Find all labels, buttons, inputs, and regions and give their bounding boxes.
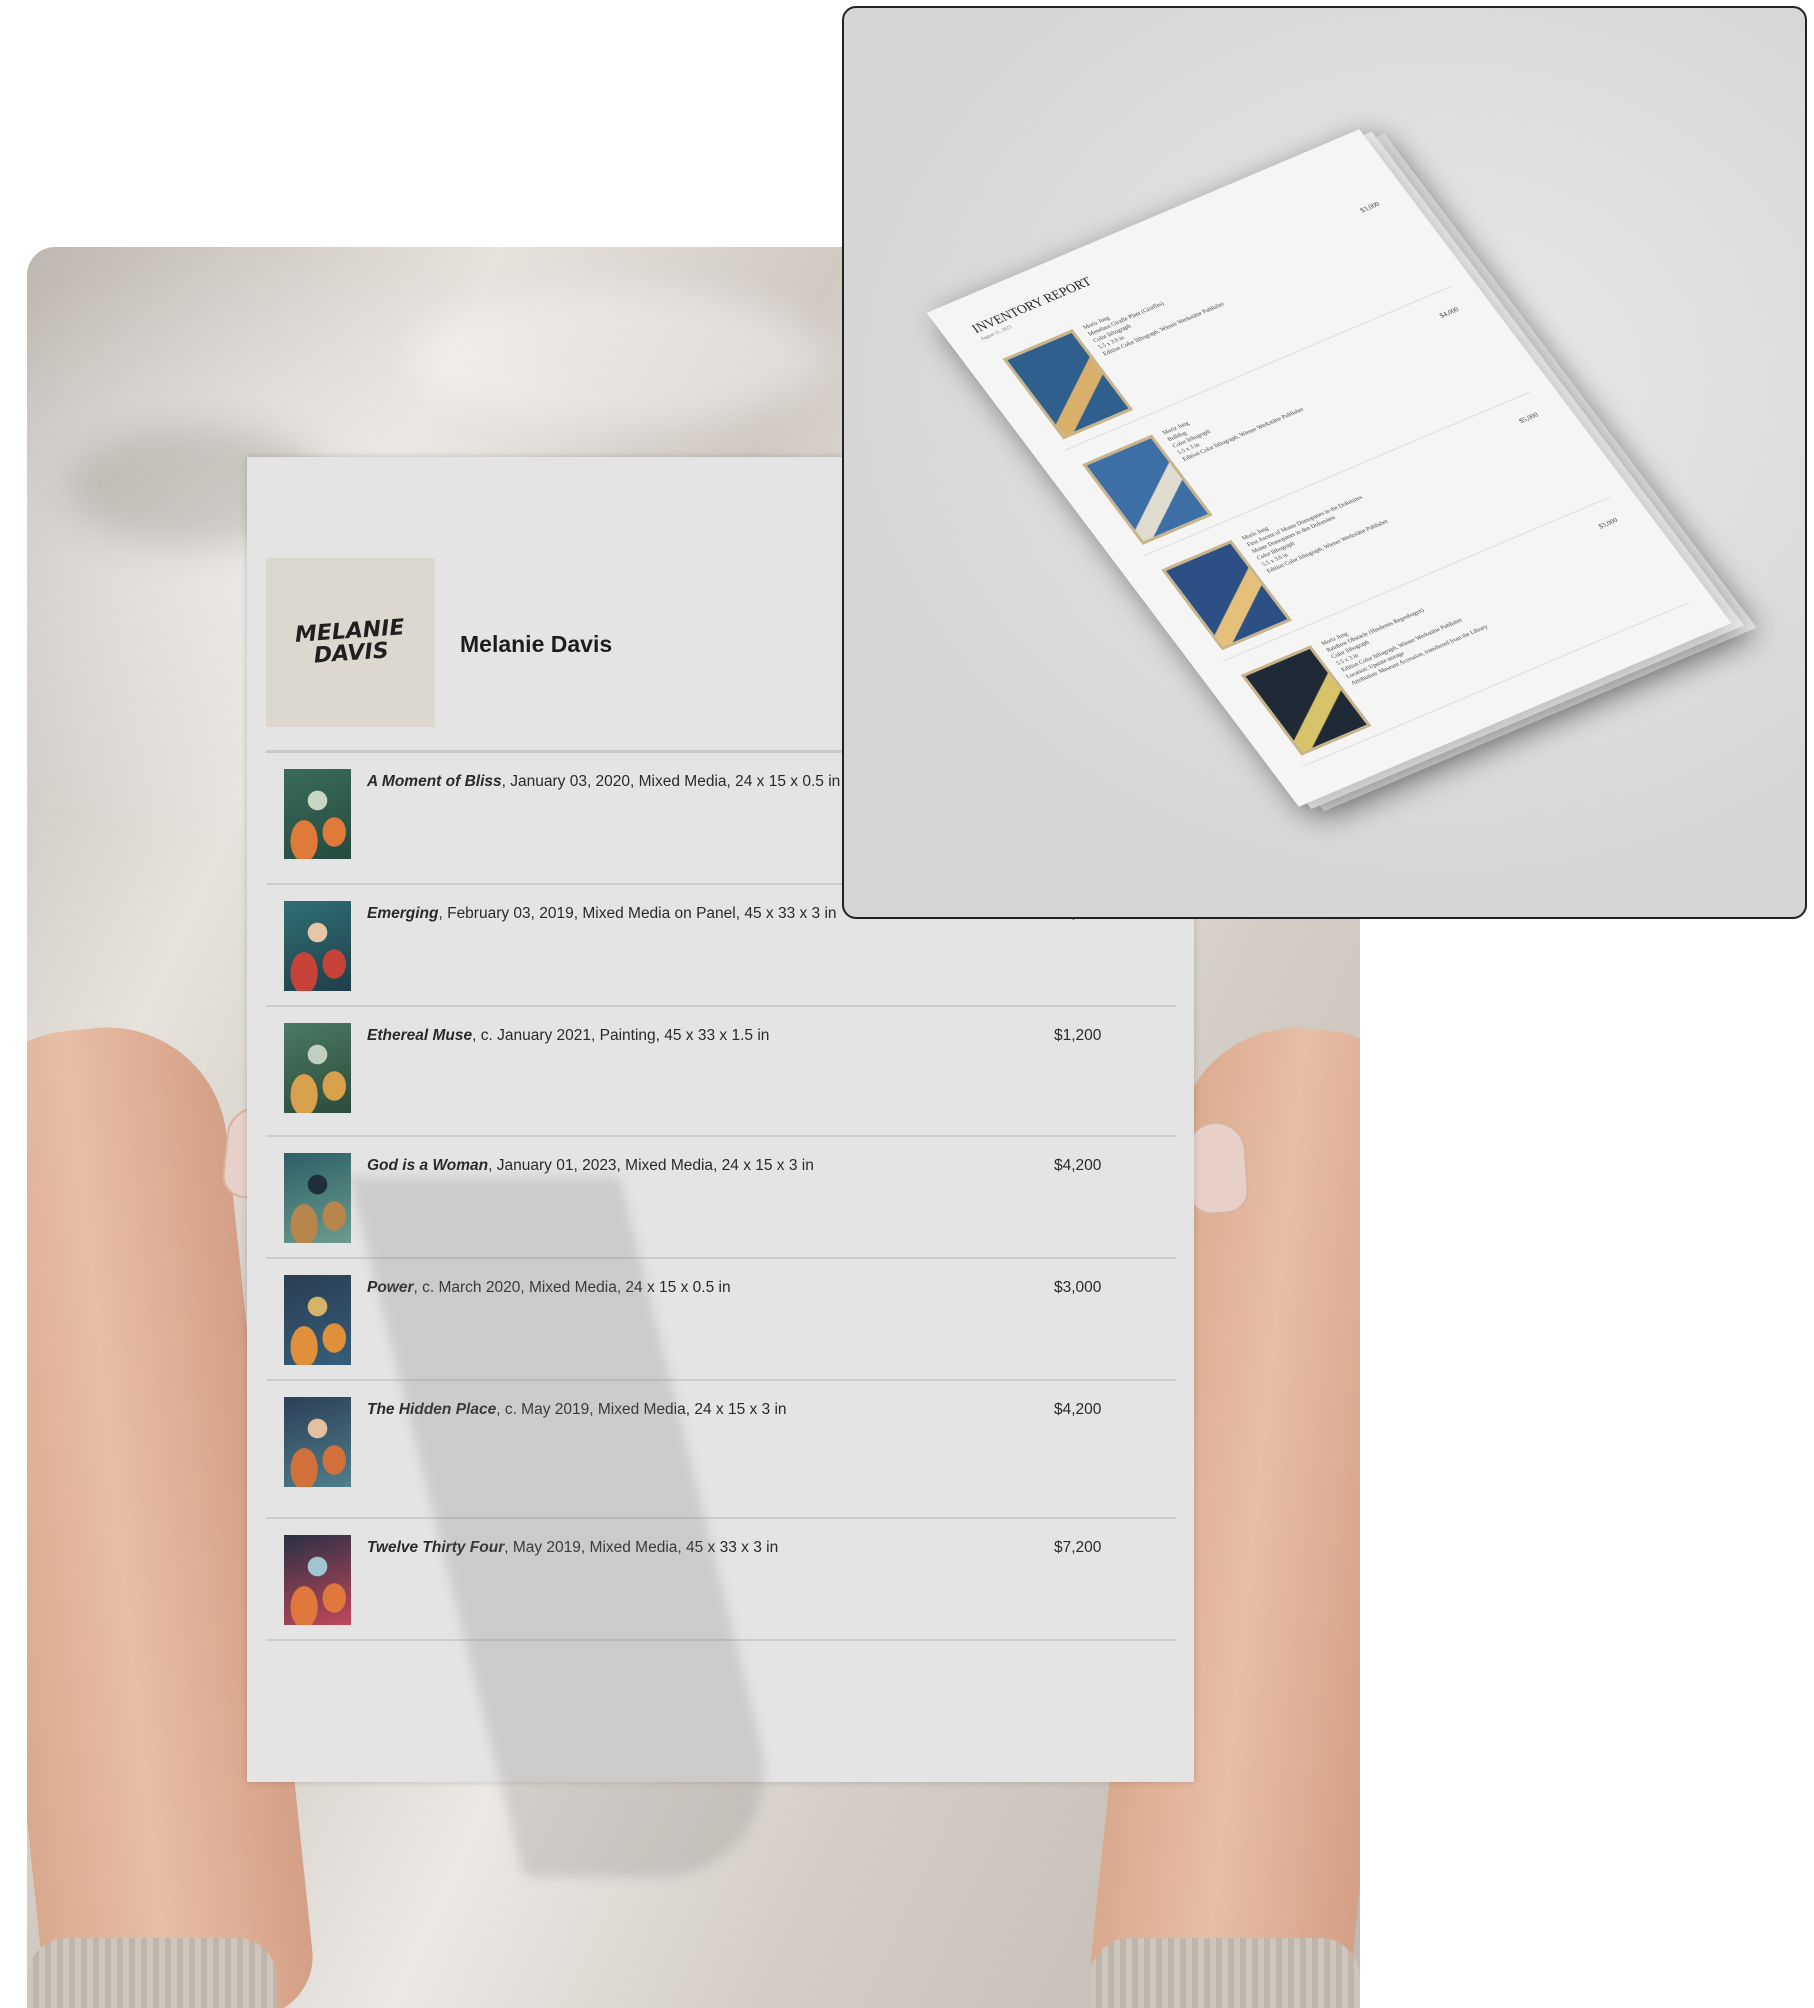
artwork-thumbnail: [284, 769, 351, 859]
artwork-title: A Moment of Bliss: [367, 773, 502, 790]
artwork-row: The Hidden Place, c. May 2019, Mixed Med…: [266, 1381, 1176, 1519]
artwork-details: , January 01, 2023, Mixed Media, 24 x 15…: [488, 1157, 814, 1174]
artwork-description: God is a Woman, January 01, 2023, Mixed …: [367, 1157, 814, 1175]
artwork-details: , c. January 2021, Painting, 45 x 33 x 1…: [472, 1027, 770, 1044]
artwork-price: $7,200: [1054, 1539, 1102, 1556]
artwork-description: Ethereal Muse, c. January 2021, Painting…: [367, 1027, 769, 1045]
artwork-title: Emerging: [367, 905, 439, 922]
logo-text: MELANIE DAVIS: [294, 614, 406, 669]
report-item-price: $3,000: [1596, 516, 1620, 531]
artwork-description: A Moment of Bliss, January 03, 2020, Mix…: [367, 773, 840, 791]
report-item-text: Moriz Jung Menelaus Giraffe Plant (Giraf…: [1082, 301, 1226, 358]
right-sleeve: [1090, 1938, 1360, 2008]
artist-name: Melanie Davis: [460, 631, 613, 657]
report-mockup-card: INVENTORY REPORT August 11, 2023 Moriz J…: [842, 6, 1807, 919]
report-stack: INVENTORY REPORT August 11, 2023 Moriz J…: [926, 129, 1757, 812]
artwork-thumbnail: [284, 1153, 351, 1243]
left-sleeve: [27, 1938, 277, 2008]
report-item-price: $5,000: [1517, 410, 1541, 426]
report-item-price: $4,000: [1437, 305, 1461, 320]
artwork-price: $3,000: [1054, 1279, 1102, 1296]
artwork-thumbnail: [284, 1397, 351, 1487]
report-item-price: $3,000: [1358, 200, 1382, 215]
report-sheet-front: INVENTORY REPORT August 11, 2023 Moriz J…: [926, 129, 1732, 807]
artwork-details: , January 03, 2020, Mixed Media, 24 x 15…: [501, 773, 841, 790]
artwork-row: Ethereal Muse, c. January 2021, Painting…: [266, 1007, 1176, 1137]
artwork-price: $4,200: [1054, 1157, 1102, 1174]
artwork-thumbnail: [284, 1023, 351, 1113]
artwork-thumbnail: [284, 901, 351, 991]
fabric-highlight: [407, 287, 827, 427]
artwork-thumbnail: [284, 1275, 351, 1365]
artist-logo: MELANIE DAVIS: [266, 558, 435, 727]
artwork-details: , February 03, 2019, Mixed Media on Pane…: [438, 905, 837, 922]
artwork-description: Emerging, February 03, 2019, Mixed Media…: [367, 905, 837, 923]
artwork-title: Ethereal Muse: [367, 1027, 473, 1044]
artwork-thumbnail: [284, 1535, 351, 1625]
artwork-title: God is a Woman: [367, 1157, 489, 1174]
artwork-price: $1,200: [1054, 1027, 1102, 1044]
artwork-price: $4,200: [1054, 1401, 1102, 1418]
